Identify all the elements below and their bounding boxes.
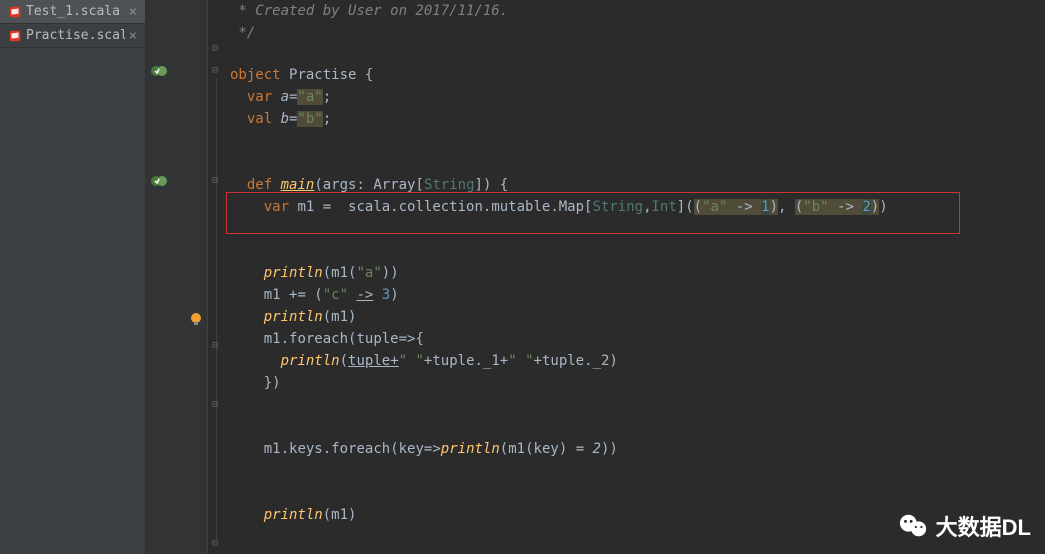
fold-toggle[interactable]: ⊟ bbox=[212, 65, 222, 75]
implements-icon[interactable] bbox=[150, 172, 168, 190]
watermark: 大数据DL bbox=[898, 510, 1031, 542]
scala-file-icon bbox=[8, 5, 22, 19]
watermark-text: 大数据DL bbox=[936, 510, 1031, 542]
tab-test1[interactable]: Test_1.scala × bbox=[0, 0, 145, 24]
fold-toggle[interactable]: ⊟ bbox=[212, 340, 222, 350]
code-area[interactable]: * Created by User on 2017/11/16. */ obje… bbox=[226, 0, 1045, 554]
fold-toggle[interactable]: ⊟ bbox=[212, 538, 222, 548]
scala-file-icon bbox=[8, 29, 22, 43]
fold-toggle[interactable]: ⊟ bbox=[212, 399, 222, 409]
tab-practise[interactable]: Practise.scala × bbox=[0, 24, 145, 48]
fold-toggle[interactable]: ⊟ bbox=[212, 175, 222, 185]
tab-label: Test_1.scala bbox=[26, 4, 125, 19]
fold-toggle[interactable]: ⊟ bbox=[212, 43, 222, 53]
class-name: Practise bbox=[289, 67, 356, 83]
intention-bulb-icon[interactable] bbox=[188, 311, 204, 327]
tab-label: Practise.scala bbox=[26, 28, 125, 43]
wechat-icon bbox=[898, 511, 928, 541]
code-editor[interactable]: ⊟ ⊟ ⊟ ⊟ ⊟ ⊟ * Created by User on 2017/11… bbox=[146, 0, 1045, 554]
tab-panel: Test_1.scala × Practise.scala × bbox=[0, 0, 146, 554]
keyword: object bbox=[230, 67, 281, 83]
gutter bbox=[146, 0, 208, 554]
close-icon[interactable]: × bbox=[129, 28, 137, 44]
comment: * Created by User on 2017/11/16. bbox=[230, 3, 508, 19]
close-icon[interactable]: × bbox=[129, 4, 137, 20]
implements-icon[interactable] bbox=[150, 62, 168, 80]
comment: */ bbox=[230, 25, 255, 41]
fold-column: ⊟ ⊟ ⊟ ⊟ ⊟ ⊟ bbox=[208, 0, 226, 554]
